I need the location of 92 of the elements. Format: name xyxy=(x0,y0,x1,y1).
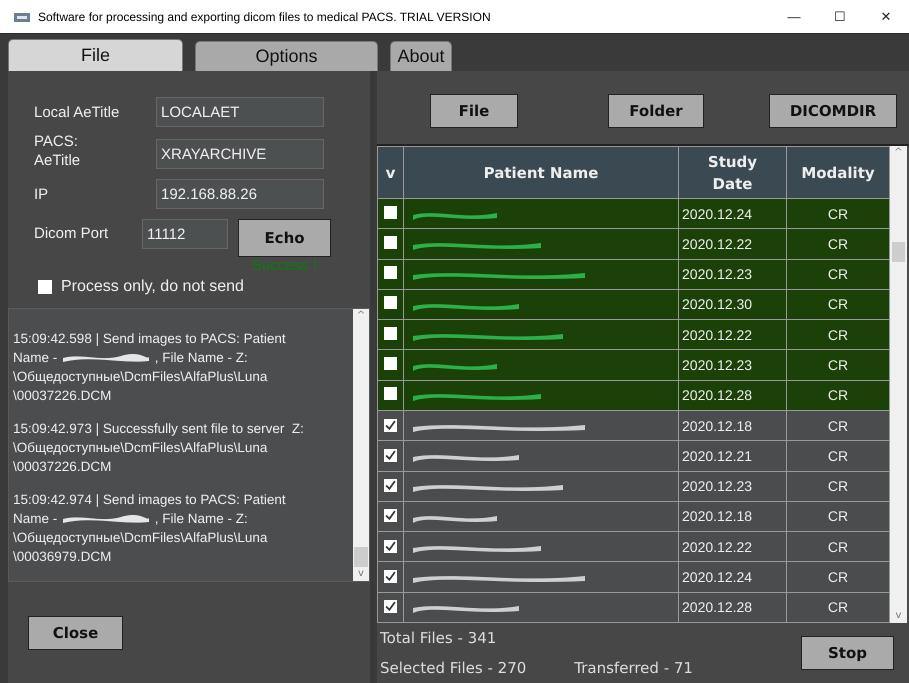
table-cell: CR xyxy=(786,440,890,472)
source-button[interactable]: DICOMDIR xyxy=(769,94,897,128)
table-cell: 2020.12.23 xyxy=(678,259,786,290)
selected-files-text: Selected Files - 270 xyxy=(380,659,526,677)
row-checkbox[interactable] xyxy=(384,479,397,492)
scrollbar[interactable]: ^ v xyxy=(890,146,907,623)
tab[interactable]: File xyxy=(8,39,183,71)
tab[interactable]: Options xyxy=(195,41,378,71)
input-field[interactable]: 192.168.88.26 xyxy=(156,179,324,209)
table-cell: CR xyxy=(786,501,890,532)
row-checkbox[interactable] xyxy=(384,418,397,432)
table-cell: 2020.12.28 xyxy=(678,380,786,410)
table-cell: CR xyxy=(786,410,890,441)
column-header[interactable]: Patient Name xyxy=(404,146,678,198)
log-text: \Общедоступные\DcmFiles\AlfaPlus\Luna xyxy=(13,368,268,386)
log-text: \00036979.DCM xyxy=(13,548,112,566)
table-cell: 2020.12.23 xyxy=(678,350,786,380)
field-label: AeTitle xyxy=(34,152,82,169)
scroll-thumb[interactable] xyxy=(892,242,905,262)
source-button[interactable]: Folder xyxy=(608,94,704,128)
table-cell: 2020.12.18 xyxy=(678,410,786,441)
table-cell: 2020.12.21 xyxy=(678,440,786,472)
scrollbar[interactable]: ^ v xyxy=(353,309,369,581)
table-cell: CR xyxy=(786,289,890,320)
log-text: Name - xyxy=(13,510,58,528)
table-cell: 2020.12.23 xyxy=(678,471,786,502)
row-checkbox[interactable] xyxy=(384,296,397,310)
row-checkbox[interactable] xyxy=(384,326,397,340)
field-label: PACS: xyxy=(34,133,79,150)
row-checkbox[interactable] xyxy=(384,448,397,462)
table-cell: CR xyxy=(786,320,890,350)
echo-status: Success ! xyxy=(252,257,318,274)
field-label: IP xyxy=(34,186,50,202)
close-button[interactable]: Close xyxy=(28,616,123,650)
row-checkbox[interactable] xyxy=(384,236,397,249)
column-header[interactable]: Modality xyxy=(786,146,890,198)
source-button[interactable]: File xyxy=(430,94,518,128)
echo-button[interactable]: Echo xyxy=(238,219,331,257)
table-cell: 2020.12.30 xyxy=(678,289,786,320)
input-field[interactable]: LOCALAET xyxy=(156,97,324,127)
input-field[interactable]: 11112 xyxy=(142,219,228,249)
row-checkbox[interactable] xyxy=(384,387,397,400)
table-cell: 2020.12.22 xyxy=(678,320,786,350)
log-text: 15:09:42.598 | Send images to PACS: Patient xyxy=(13,330,286,348)
transferred-text: Transferred - 71 xyxy=(574,659,693,677)
log-text: \Общедоступные\DcmFiles\AlfaPlus\Luna xyxy=(13,529,268,547)
table-cell: CR xyxy=(786,198,890,229)
table-cell: CR xyxy=(786,562,890,592)
table-cell: 2020.12.18 xyxy=(678,501,786,532)
log-text: 15:09:42.974 | Send images to PACS: Patient xyxy=(13,491,286,509)
total-files-text: Total Files - 341 xyxy=(380,629,498,647)
scroll-up-arrow[interactable]: ^ xyxy=(356,309,366,323)
window-title: Software for processing and exporting dicom files to medical PACS. TRIAL VERSION xyxy=(38,10,491,24)
row-checkbox[interactable] xyxy=(384,600,397,614)
scroll-up-arrow[interactable]: ^ xyxy=(894,146,903,160)
log-text: \00037226.DCM xyxy=(13,458,112,476)
row-checkbox[interactable] xyxy=(384,570,397,584)
scroll-down-arrow[interactable]: v xyxy=(896,609,902,623)
stop-button[interactable]: Stop xyxy=(801,636,894,670)
log-text: , File Name - Z: xyxy=(154,510,248,528)
field-label: Local AeTitle xyxy=(34,104,120,120)
log-text: \00037226.DCM xyxy=(13,387,112,405)
log-text: 15:09:42.973 | Successfully sent file to server Z: xyxy=(13,420,304,438)
log-text: \Общедоступные\DcmFiles\AlfaPlus\Luna xyxy=(13,439,268,457)
checkbox-label: Process only, do not send xyxy=(61,278,244,296)
table-cell: 2020.12.22 xyxy=(678,228,786,260)
row-checkbox[interactable] xyxy=(384,509,397,522)
log-text: , File Name - Z: xyxy=(154,349,248,367)
table-cell: CR xyxy=(786,380,890,410)
scroll-down-arrow[interactable]: v xyxy=(358,567,364,581)
input-field[interactable]: XRAYARCHIVE xyxy=(156,139,324,169)
table-cell: CR xyxy=(786,471,890,502)
app-icon xyxy=(14,10,30,22)
table-cell: CR xyxy=(786,228,890,260)
row-checkbox[interactable] xyxy=(384,206,397,219)
row-checkbox[interactable] xyxy=(384,357,397,370)
checkbox[interactable] xyxy=(38,280,52,294)
row-checkbox[interactable] xyxy=(384,266,397,280)
table-cell: CR xyxy=(786,532,890,562)
table-cell: 2020.12.24 xyxy=(678,198,786,229)
tab[interactable]: About xyxy=(390,41,452,71)
table-cell: CR xyxy=(786,259,890,290)
scroll-thumb[interactable] xyxy=(354,547,368,567)
table-cell: CR xyxy=(786,592,890,622)
log-text: Name - xyxy=(13,349,58,367)
table-cell: 2020.12.22 xyxy=(678,532,786,562)
column-header[interactable]: v xyxy=(378,146,404,198)
column-header[interactable]: Study Date xyxy=(678,146,786,198)
table-cell: 2020.12.24 xyxy=(678,562,786,592)
table-cell: 2020.12.28 xyxy=(678,592,786,622)
table-cell: CR xyxy=(786,350,890,380)
row-checkbox[interactable] xyxy=(384,540,397,553)
